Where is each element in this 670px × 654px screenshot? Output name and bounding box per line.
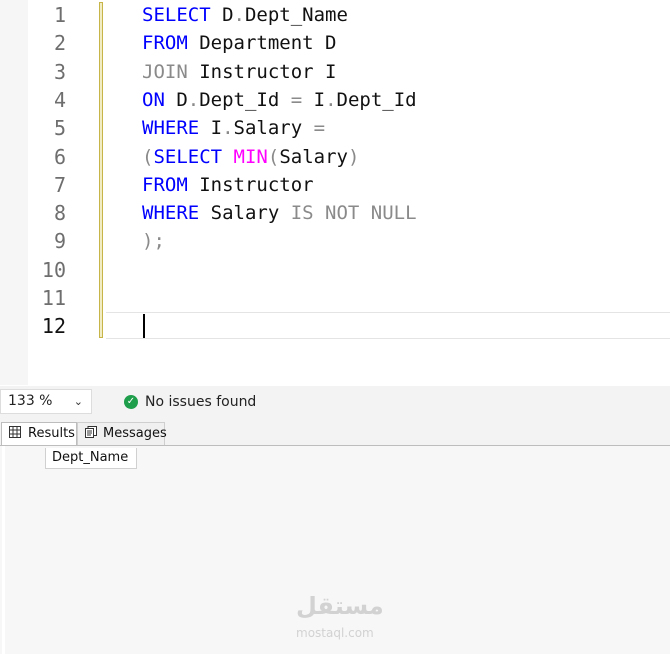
- tab-messages-label: Messages: [103, 426, 167, 441]
- code-token: .: [187, 88, 200, 111]
- code-token: FROM: [142, 32, 200, 55]
- check-circle-icon: ✓: [124, 395, 138, 409]
- code-token: FROM: [142, 173, 200, 196]
- code-line[interactable]: FROM Department D: [142, 29, 336, 57]
- tab-results[interactable]: Results: [1, 422, 77, 445]
- code-token: Salary: [279, 145, 348, 168]
- line-number: 4: [53, 87, 66, 112]
- code-token: SELECT: [153, 145, 234, 168]
- code-line[interactable]: );: [142, 227, 165, 255]
- code-token: =: [290, 88, 303, 111]
- code-token: Salary: [233, 117, 314, 140]
- line-number: 8: [53, 201, 66, 226]
- code-token: I: [210, 117, 223, 140]
- current-line-highlight: [106, 312, 670, 339]
- code-token: SELECT: [142, 4, 223, 26]
- line-number: 2: [53, 31, 66, 56]
- code-token: WHERE: [142, 117, 211, 140]
- line-number: 3: [53, 59, 66, 84]
- chevron-down-icon: ⌄: [73, 395, 83, 408]
- code-line[interactable]: JOIN Instructor I: [142, 58, 336, 86]
- code-token: .: [222, 117, 234, 140]
- code-token: D: [222, 4, 234, 26]
- tab-messages[interactable]: Messages: [77, 422, 167, 445]
- code-token: (: [142, 145, 154, 168]
- code-token: MIN: [233, 145, 268, 168]
- code-line[interactable]: (SELECT MIN(Salary): [142, 143, 359, 171]
- code-token: Dept_Name: [244, 4, 348, 26]
- line-number: 6: [53, 144, 66, 169]
- code-token: Salary: [210, 202, 291, 225]
- messages-icon: [85, 426, 97, 438]
- code-token: Dept_Id: [199, 88, 291, 111]
- text-caret: [143, 314, 145, 338]
- code-line[interactable]: WHERE I.Salary =: [142, 114, 325, 142]
- zoom-value: 133 %: [8, 393, 53, 409]
- code-token: (: [267, 145, 280, 168]
- results-grid[interactable]: [0, 445, 670, 654]
- line-number: 5: [53, 116, 66, 141]
- editor-status-bar: [0, 386, 670, 420]
- code-token: I: [302, 88, 326, 111]
- code-line[interactable]: FROM Instructor: [142, 171, 314, 199]
- code-token: Dept_Id: [336, 88, 417, 111]
- code-line[interactable]: WHERE Salary IS NOT NULL: [142, 199, 417, 227]
- grid-row-header-strip: [2, 446, 5, 654]
- line-number: 1: [53, 3, 66, 27]
- code-token: WHERE: [142, 202, 211, 225]
- editor-gutter: [0, 0, 28, 385]
- code-token: D: [176, 88, 188, 111]
- zoom-select[interactable]: 133 % ⌄: [0, 389, 92, 414]
- code-line[interactable]: SELECT D.Dept_Name: [142, 1, 348, 29]
- query-editor[interactable]: 1 2 3 4 5 6 7 8 9 10 11 12 SELECT D.Dept_Name FROM D…: [0, 0, 670, 385]
- code-token: JOIN: [142, 60, 200, 83]
- line-number: 7: [53, 172, 66, 197]
- code-token: IS NOT NULL: [290, 202, 417, 225]
- watermark-logo: مستقل: [296, 592, 384, 620]
- code-token: .: [233, 4, 245, 26]
- watermark-text: mostaql.com: [296, 626, 374, 640]
- line-number: 9: [53, 229, 66, 254]
- line-number: 10: [41, 257, 66, 282]
- code-token: ): [347, 145, 360, 168]
- code-token: =: [313, 117, 326, 140]
- code-token: Department D: [199, 32, 337, 55]
- code-line[interactable]: ON D.Dept_Id = I.Dept_Id: [142, 86, 417, 114]
- change-tracking-bar: [99, 2, 103, 338]
- column-header[interactable]: Dept_Name: [45, 448, 137, 469]
- code-token: .: [325, 88, 337, 111]
- code-token: Instructor I: [199, 60, 337, 83]
- code-token: );: [142, 230, 165, 253]
- line-number: 11: [41, 286, 66, 310]
- code-token: ON: [142, 88, 177, 111]
- tab-results-label: Results: [28, 426, 75, 441]
- grid-icon: [9, 426, 21, 438]
- issues-status: No issues found: [145, 394, 257, 410]
- code-token: Instructor: [199, 173, 314, 196]
- line-number: 12: [41, 314, 66, 339]
